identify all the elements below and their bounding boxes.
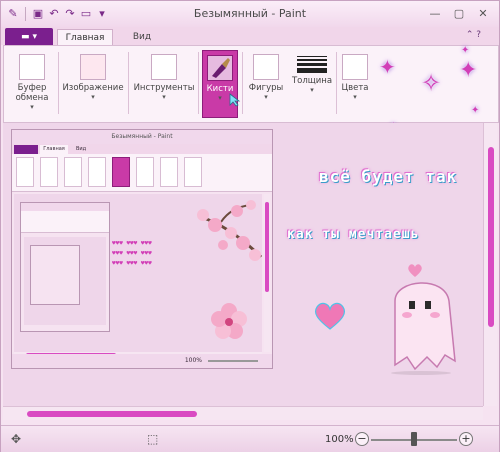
nested-ribbon-button bbox=[136, 157, 154, 187]
help-icon[interactable]: ⌃ ? bbox=[466, 30, 481, 40]
art-text-line-1: всё будет так bbox=[319, 167, 458, 186]
colors-label: Цвета bbox=[341, 83, 369, 93]
file-menu-icon: ▬ bbox=[20, 31, 30, 42]
nested-paint-screenshot-inner bbox=[20, 202, 110, 332]
chevron-down-icon: ▾ bbox=[264, 93, 268, 101]
zoom-slider-thumb[interactable] bbox=[411, 432, 417, 446]
tab-view[interactable]: Вид bbox=[127, 29, 157, 45]
nested-ribbon-button bbox=[64, 157, 82, 187]
nested-tab-home: Главная bbox=[40, 145, 68, 154]
tools-icon bbox=[151, 54, 177, 80]
chevron-down-icon: ▾ bbox=[353, 93, 357, 101]
sakura-flower-image bbox=[211, 303, 247, 339]
sparkle-icon: ✦ bbox=[471, 105, 480, 116]
zoom-in-button[interactable]: + bbox=[459, 432, 473, 446]
window-controls: — ▢ ✕ bbox=[423, 3, 495, 23]
brushes-button[interactable]: Кисти ▾ bbox=[202, 50, 238, 118]
clipboard-icon bbox=[19, 54, 45, 80]
chevron-down-icon: ▾ bbox=[310, 86, 314, 94]
minimize-button[interactable]: — bbox=[423, 3, 447, 23]
nested-window-title: Безымянный - Paint bbox=[12, 130, 272, 144]
nested-file-button bbox=[14, 145, 38, 154]
nested-ribbon-button bbox=[112, 157, 130, 187]
horizontal-scrollbar[interactable] bbox=[3, 406, 483, 420]
tools-label: Инструменты bbox=[133, 83, 195, 93]
divider bbox=[128, 52, 129, 114]
divider bbox=[336, 52, 337, 114]
colors-button[interactable]: Цвета ▾ bbox=[340, 50, 370, 118]
image-button[interactable]: Изображение ▾ bbox=[62, 50, 124, 118]
chevron-down-icon: ▾ bbox=[162, 93, 166, 101]
shapes-label: Фигуры bbox=[248, 83, 284, 93]
divider bbox=[58, 52, 59, 114]
ribbon-tabs: ▬ ▾ Главная Вид ⌃ ? bbox=[1, 27, 499, 45]
zoom-value: 100% bbox=[325, 434, 354, 445]
nested-ribbon-button bbox=[40, 157, 58, 187]
small-art-text: ♥♥♥ ♥♥♥ ♥♥♥ bbox=[112, 240, 152, 247]
nested-ribbon-button bbox=[16, 157, 34, 187]
nested-ribbon-button bbox=[88, 157, 106, 187]
chevron-down-icon: ▾ bbox=[91, 93, 95, 101]
nested-zoom-slider bbox=[208, 360, 258, 362]
clipboard-label: Буфер обмена bbox=[15, 83, 49, 103]
maximize-button[interactable]: ▢ bbox=[447, 3, 471, 23]
sakura-branch-image bbox=[197, 200, 263, 261]
sparkle-icon: ✦ bbox=[461, 45, 470, 56]
shapes-icon bbox=[253, 54, 279, 80]
chevron-down-icon: ▾ bbox=[30, 103, 34, 111]
status-bar: ✥ ⬚ 100% − + bbox=[1, 425, 499, 452]
nested-ribbon bbox=[21, 211, 109, 233]
nested-paint-screenshot-inner bbox=[30, 245, 80, 305]
shapes-button[interactable]: Фигуры ▾ bbox=[246, 50, 286, 118]
title-bar: ✎ ▣ ↶ ↷ ▭ ▾ Безымянный - Paint — ▢ ✕ bbox=[1, 1, 499, 27]
file-menu-button[interactable]: ▬ ▾ bbox=[5, 28, 53, 45]
line-thickness-icon bbox=[297, 56, 327, 73]
image-icon bbox=[80, 54, 106, 80]
divider bbox=[198, 52, 199, 114]
paint-window: ✎ ▣ ↶ ↷ ▭ ▾ Безымянный - Paint — ▢ ✕ ▬ ▾… bbox=[0, 0, 500, 452]
nested-status-bar: 100% bbox=[12, 354, 272, 368]
canvas-size-icon: ⬚ bbox=[147, 432, 159, 446]
move-cursor-icon: ✥ bbox=[11, 432, 22, 446]
vertical-scrollbar[interactable] bbox=[483, 123, 497, 406]
heart-icon bbox=[314, 302, 346, 330]
size-button[interactable]: Толщина ▾ bbox=[290, 50, 334, 118]
mouse-cursor-icon bbox=[229, 93, 241, 107]
nested-tabs: Главная Вид bbox=[12, 144, 272, 154]
nested-title-bar bbox=[21, 203, 109, 211]
small-art-text: ♥♥♥ ♥♥♥ ♥♥♥ bbox=[112, 250, 152, 257]
sparkle-icon: ✦ bbox=[459, 58, 478, 83]
sparkle-icon: ✦ bbox=[379, 55, 396, 79]
tab-home[interactable]: Главная bbox=[57, 29, 113, 45]
nested-zoom-value: 100% bbox=[184, 357, 202, 364]
nested-canvas bbox=[24, 237, 106, 325]
zoom-out-button[interactable]: − bbox=[355, 432, 369, 446]
nested-ribbon-button bbox=[160, 157, 178, 187]
nested-tab-view: Вид bbox=[76, 146, 87, 152]
nested-ribbon-button bbox=[184, 157, 202, 187]
sparkle-icon: ✧ bbox=[421, 69, 442, 97]
close-button[interactable]: ✕ bbox=[471, 3, 495, 23]
chevron-down-icon: ▾ bbox=[32, 31, 38, 42]
scroll-thumb[interactable] bbox=[27, 411, 197, 417]
clipboard-button[interactable]: Буфер обмена ▾ bbox=[10, 50, 54, 118]
colors-icon bbox=[342, 54, 368, 80]
small-art-text: ♥♥♥ ♥♥♥ ♥♥♥ bbox=[112, 260, 152, 267]
art-text-line-2: как ты мечтаешь bbox=[287, 227, 420, 242]
nested-ribbon bbox=[12, 154, 272, 192]
brush-icon bbox=[207, 55, 233, 81]
image-label: Изображение bbox=[62, 83, 124, 93]
ghost-image bbox=[391, 282, 456, 375]
scroll-thumb[interactable] bbox=[488, 147, 494, 327]
size-label: Толщина bbox=[291, 76, 333, 86]
tools-button[interactable]: Инструменты ▾ bbox=[132, 50, 196, 118]
